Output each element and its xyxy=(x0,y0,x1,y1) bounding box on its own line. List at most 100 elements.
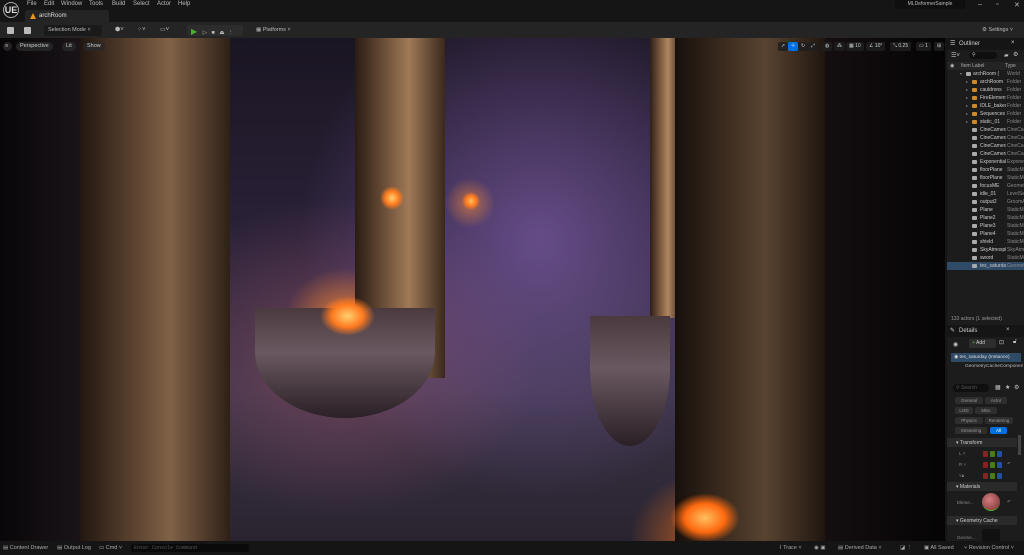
step-icon[interactable]: ▷ xyxy=(203,30,207,36)
perspective-button[interactable]: Perspective xyxy=(16,42,53,51)
filter-actor[interactable]: Actor xyxy=(985,397,1007,404)
rotate-tool-icon[interactable]: ↻ xyxy=(798,42,809,51)
scale-lock-icon[interactable]: ˅🔒︎ xyxy=(959,473,964,478)
outliner-row[interactable]: Plane3 StaticMeshActor xyxy=(947,222,1024,230)
all-saved-button[interactable]: ▣ All Saved xyxy=(924,545,954,551)
outliner-row[interactable]: focusME GeometryCacheActor xyxy=(947,182,1024,190)
property-matrix-icon[interactable]: ▦ xyxy=(995,384,1001,391)
outliner-row[interactable]: ▸ static_01 Folder xyxy=(947,118,1024,126)
outliner-row[interactable]: ▸ archRoom Folder xyxy=(947,78,1024,86)
new-folder-icon[interactable]: ▰ xyxy=(1004,52,1009,59)
expand-arrow-icon[interactable]: ▸ xyxy=(966,118,968,126)
location-label[interactable]: L ˅ xyxy=(959,451,965,456)
rotation-label[interactable]: R ˅ xyxy=(959,462,966,467)
expand-arrow-icon[interactable]: ▸ xyxy=(966,110,968,118)
notifications-icon[interactable]: ◪ ⋮ xyxy=(900,545,912,551)
outliner-row[interactable]: ExponentialHeightFogExponentialHeightFog xyxy=(947,158,1024,166)
show-button[interactable]: Show xyxy=(83,42,105,51)
expand-arrow-icon[interactable]: ▸ xyxy=(966,102,968,110)
filter-physics[interactable]: Physics xyxy=(955,417,983,424)
revision-control-dropdown[interactable]: ⑂ Revision Control ˅ xyxy=(964,545,1014,551)
rotation-y-field[interactable] xyxy=(990,462,995,468)
outliner-row[interactable]: idle_01 LevelSequenceActor xyxy=(947,190,1024,198)
camera-speed-button[interactable]: ▭ 1 xyxy=(916,42,931,51)
grid-snap-button[interactable]: ▦ 10 xyxy=(846,42,864,51)
outliner-row[interactable]: floorPlane StaticMeshActor xyxy=(947,166,1024,174)
settings-icon[interactable]: ⚙ xyxy=(1014,384,1019,391)
outliner-row[interactable]: ▾ archRoom (Editor) World xyxy=(947,70,1024,78)
outliner-search-input[interactable]: ⚲ xyxy=(969,52,997,59)
component-root[interactable]: ◉ tes_saturday (Instance) xyxy=(951,353,1021,362)
outliner-row[interactable]: tes_saturdayGeometryCacheActor xyxy=(947,262,1024,270)
stop-icon[interactable]: ■ xyxy=(211,30,214,36)
add-actor-icon[interactable]: ⬢˅ xyxy=(115,26,124,33)
location-x-field[interactable] xyxy=(983,451,988,457)
menu-edit[interactable]: Edit xyxy=(44,1,54,7)
save-icon[interactable] xyxy=(7,27,14,34)
outliner-row[interactable]: ▸ FireElementsFolder xyxy=(947,94,1024,102)
record-icon[interactable]: ◉ ▣ xyxy=(814,545,826,551)
add-component-button[interactable]: + Add xyxy=(969,339,996,348)
scale-y-field[interactable] xyxy=(990,473,995,479)
menu-tools[interactable]: Tools xyxy=(89,1,103,7)
content-browser-icon[interactable] xyxy=(24,27,31,34)
expand-arrow-icon[interactable]: ▸ xyxy=(966,78,968,86)
scale-snap-button[interactable]: ⤡ 0.25 xyxy=(890,42,912,51)
blueprint-icon[interactable]: ⁘˅ xyxy=(137,26,146,33)
level-tab[interactable]: archRoom xyxy=(25,10,109,22)
outliner-row[interactable]: ▸ cauldrons Folder xyxy=(947,86,1024,94)
rotation-x-field[interactable] xyxy=(983,462,988,468)
output-log-button[interactable]: ▤ Output Log xyxy=(57,545,91,551)
rotation-z-field[interactable] xyxy=(997,462,1002,468)
reset-icon[interactable]: ↶ xyxy=(1007,499,1011,505)
surface-snap-icon[interactable]: ⁂ xyxy=(834,42,845,51)
world-local-icon[interactable]: ◍ xyxy=(822,42,833,51)
filter-all[interactable]: All xyxy=(990,427,1007,434)
col-item-label[interactable]: Item Label xyxy=(961,62,984,70)
unreal-logo-icon[interactable]: UE xyxy=(3,2,19,18)
filter-icon[interactable]: ☰˅ xyxy=(951,52,960,59)
platforms-dropdown[interactable]: ▦ Platforms ˅ xyxy=(256,27,291,33)
reset-icon[interactable]: ↶ xyxy=(1007,461,1011,467)
outliner-row[interactable]: floorPlane StaticMeshActor xyxy=(947,174,1024,182)
trace-dropdown[interactable]: ⌇ Trace ˅ xyxy=(779,545,802,551)
scale-tool-icon[interactable]: ⤢ xyxy=(808,42,819,51)
location-y-field[interactable] xyxy=(990,451,995,457)
section-transform[interactable]: ▾ Transform xyxy=(947,438,1017,447)
select-tool-icon[interactable]: ➚ xyxy=(778,42,789,51)
outliner-row[interactable]: Plane2 StaticMeshActor xyxy=(947,214,1024,222)
material-thumbnail[interactable] xyxy=(982,493,1000,511)
derived-data-dropdown[interactable]: ▤ Derived Data ˅ xyxy=(838,545,882,551)
lit-button[interactable]: Lit xyxy=(62,42,76,51)
location-z-field[interactable] xyxy=(997,451,1002,457)
outliner-row[interactable]: Plane4 StaticMeshActor xyxy=(947,230,1024,238)
menu-file[interactable]: File xyxy=(27,1,37,7)
outliner-row[interactable]: ▸ Sequences Folder xyxy=(947,110,1024,118)
details-search-input[interactable]: ⚲ Search xyxy=(953,384,989,392)
close-tab-icon[interactable]: × xyxy=(1011,40,1015,46)
console-input[interactable]: Enter Console Command xyxy=(131,544,249,552)
level-viewport[interactable]: ≡ Perspective Lit Show ➚ ✛ ↻ ⤢ ◍ ⁂ ▦ 10 … xyxy=(0,38,945,541)
menu-build[interactable]: Build xyxy=(112,1,125,7)
section-geometry-cache[interactable]: ▾ Geometry Cache xyxy=(947,516,1017,525)
outliner-row[interactable]: CineCameraActorCineCameraActor xyxy=(947,126,1024,134)
rotation-snap-button[interactable]: ∠ 10° xyxy=(866,42,886,51)
outliner-row[interactable]: shield StaticMeshActor xyxy=(947,238,1024,246)
close-tab-icon[interactable]: × xyxy=(1006,327,1010,333)
outliner-row[interactable]: CineCameraActorCineCameraActor xyxy=(947,150,1024,158)
section-materials[interactable]: ▾ Materials xyxy=(947,482,1017,491)
geometry-cache-thumbnail[interactable] xyxy=(982,529,1000,541)
play-icon[interactable]: ▶ xyxy=(191,27,197,36)
cinematics-icon[interactable]: ▭˅ xyxy=(160,26,169,33)
menu-help[interactable]: Help xyxy=(178,1,190,7)
outliner-row[interactable]: output2 GroomActor xyxy=(947,198,1024,206)
cmd-dropdown[interactable]: ▭ Cmd ˅ xyxy=(99,545,122,551)
expand-arrow-icon[interactable]: ▾ xyxy=(960,70,962,78)
menu-select[interactable]: Select xyxy=(133,1,150,7)
settings-icon[interactable]: ⚙ xyxy=(1013,51,1018,58)
expand-arrow-icon[interactable]: ▸ xyxy=(966,86,968,94)
viewport-menu-icon[interactable]: ≡ xyxy=(3,42,12,51)
minimize-button[interactable]: – xyxy=(978,1,982,8)
layout-icon[interactable]: ⊞ xyxy=(934,42,945,51)
favorite-star-icon[interactable]: ★ xyxy=(1005,384,1010,391)
